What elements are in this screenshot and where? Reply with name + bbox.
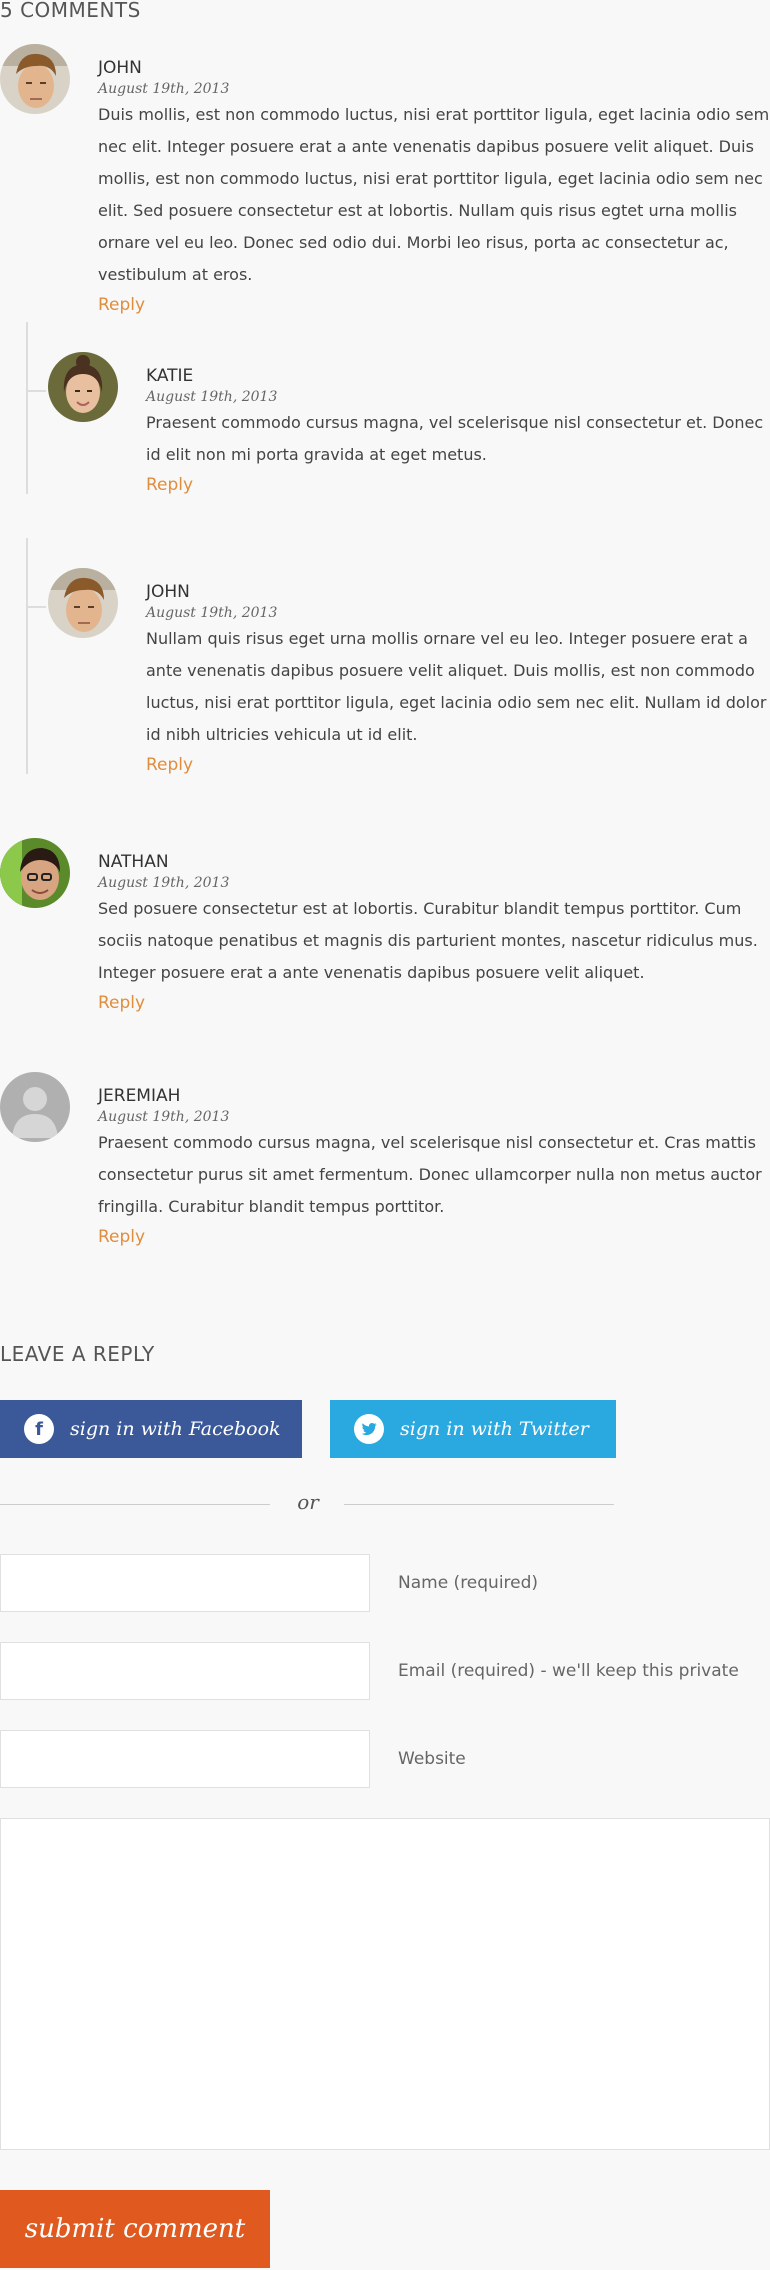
submit-comment-button[interactable]: submit comment	[0, 2190, 270, 2268]
reply-link[interactable]: Reply	[98, 995, 145, 1012]
comment-date: August 19th, 2013	[98, 81, 230, 97]
comment-date: August 19th, 2013	[146, 605, 278, 621]
avatar	[0, 44, 70, 114]
divider	[344, 1504, 614, 1505]
website-label: Website	[398, 1749, 466, 1769]
email-input[interactable]	[0, 1642, 370, 1700]
thread-line	[26, 322, 28, 494]
reply-link[interactable]: Reply	[98, 297, 145, 314]
thread-connector	[26, 390, 46, 392]
comment-author: JEREMIAH	[98, 1086, 181, 1106]
comment-date: August 19th, 2013	[98, 1109, 230, 1125]
name-input[interactable]	[0, 1554, 370, 1612]
reply-link[interactable]: Reply	[146, 477, 193, 494]
avatar	[48, 352, 118, 422]
twitter-signin-label: sign in with Twitter	[400, 1418, 589, 1440]
twitter-icon	[354, 1414, 384, 1444]
comment-text: Sed posuere consectetur est at lobortis.…	[98, 899, 758, 982]
reply-link[interactable]: Reply	[146, 757, 193, 774]
website-input[interactable]	[0, 1730, 370, 1788]
comments-count-title: 5 COMMENTS	[0, 0, 141, 22]
thread-line	[26, 538, 28, 774]
comment-date: August 19th, 2013	[98, 875, 230, 891]
comment-text: Nullam quis risus eget urna mollis ornar…	[146, 629, 767, 744]
comment-text: Praesent commodo cursus magna, vel scele…	[146, 413, 764, 464]
facebook-signin-label: sign in with Facebook	[70, 1418, 281, 1440]
thread-connector	[26, 606, 46, 608]
name-label: Name (required)	[398, 1573, 539, 1593]
comment-author: JOHN	[146, 582, 190, 602]
comment-date: August 19th, 2013	[146, 389, 278, 405]
comment-author: NATHAN	[98, 852, 169, 872]
facebook-signin-button[interactable]: f sign in with Facebook	[0, 1400, 302, 1458]
divider	[0, 1504, 270, 1505]
or-separator: or	[297, 1490, 319, 1514]
email-label: Email (required) - we'll keep this priva…	[398, 1661, 739, 1681]
comment-author: KATIE	[146, 366, 194, 386]
comment-text: Duis mollis, est non commodo luctus, nis…	[98, 105, 770, 284]
twitter-signin-button[interactable]: sign in with Twitter	[330, 1400, 616, 1458]
comment-textarea[interactable]	[0, 1818, 770, 2150]
comment-author: JOHN	[98, 58, 142, 78]
leave-reply-title: LEAVE A REPLY	[0, 1342, 155, 1366]
comment-text: Praesent commodo cursus magna, vel scele…	[98, 1133, 762, 1216]
avatar	[48, 568, 118, 638]
reply-link[interactable]: Reply	[98, 1229, 145, 1246]
avatar	[0, 838, 70, 908]
facebook-icon: f	[24, 1414, 54, 1444]
avatar-placeholder-icon	[0, 1072, 70, 1142]
